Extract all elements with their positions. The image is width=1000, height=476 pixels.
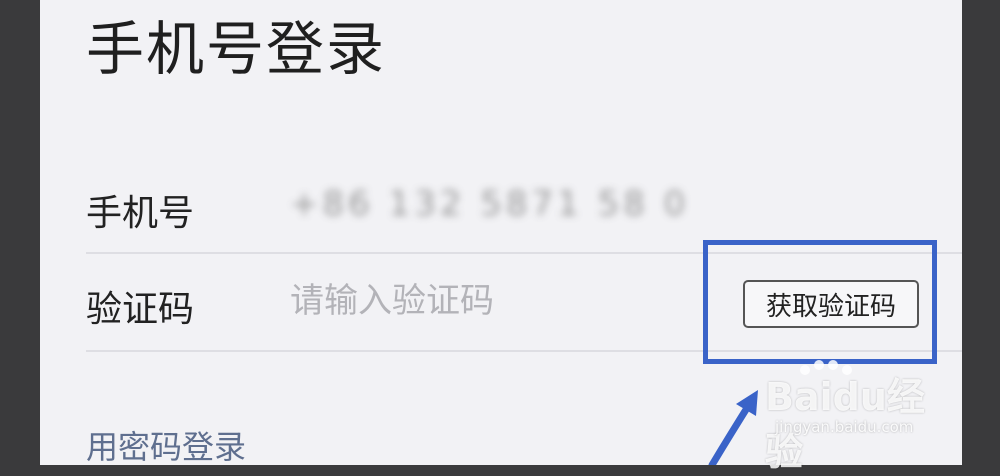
page-title: 手机号登录 <box>86 15 387 83</box>
divider <box>86 350 962 352</box>
divider <box>86 252 962 254</box>
verification-code-input[interactable] <box>290 278 620 324</box>
phone-number-value[interactable]: +86 132 5871 58 0 <box>290 184 689 224</box>
login-screen: 手机号登录 手机号 +86 132 5871 58 0 验证码 获取验证码 用密… <box>40 0 962 465</box>
verification-code-label: 验证码 <box>86 289 195 330</box>
phone-label: 手机号 <box>86 193 195 234</box>
password-login-link[interactable]: 用密码登录 <box>86 422 246 465</box>
get-verification-code-button[interactable]: 获取验证码 <box>743 280 919 328</box>
